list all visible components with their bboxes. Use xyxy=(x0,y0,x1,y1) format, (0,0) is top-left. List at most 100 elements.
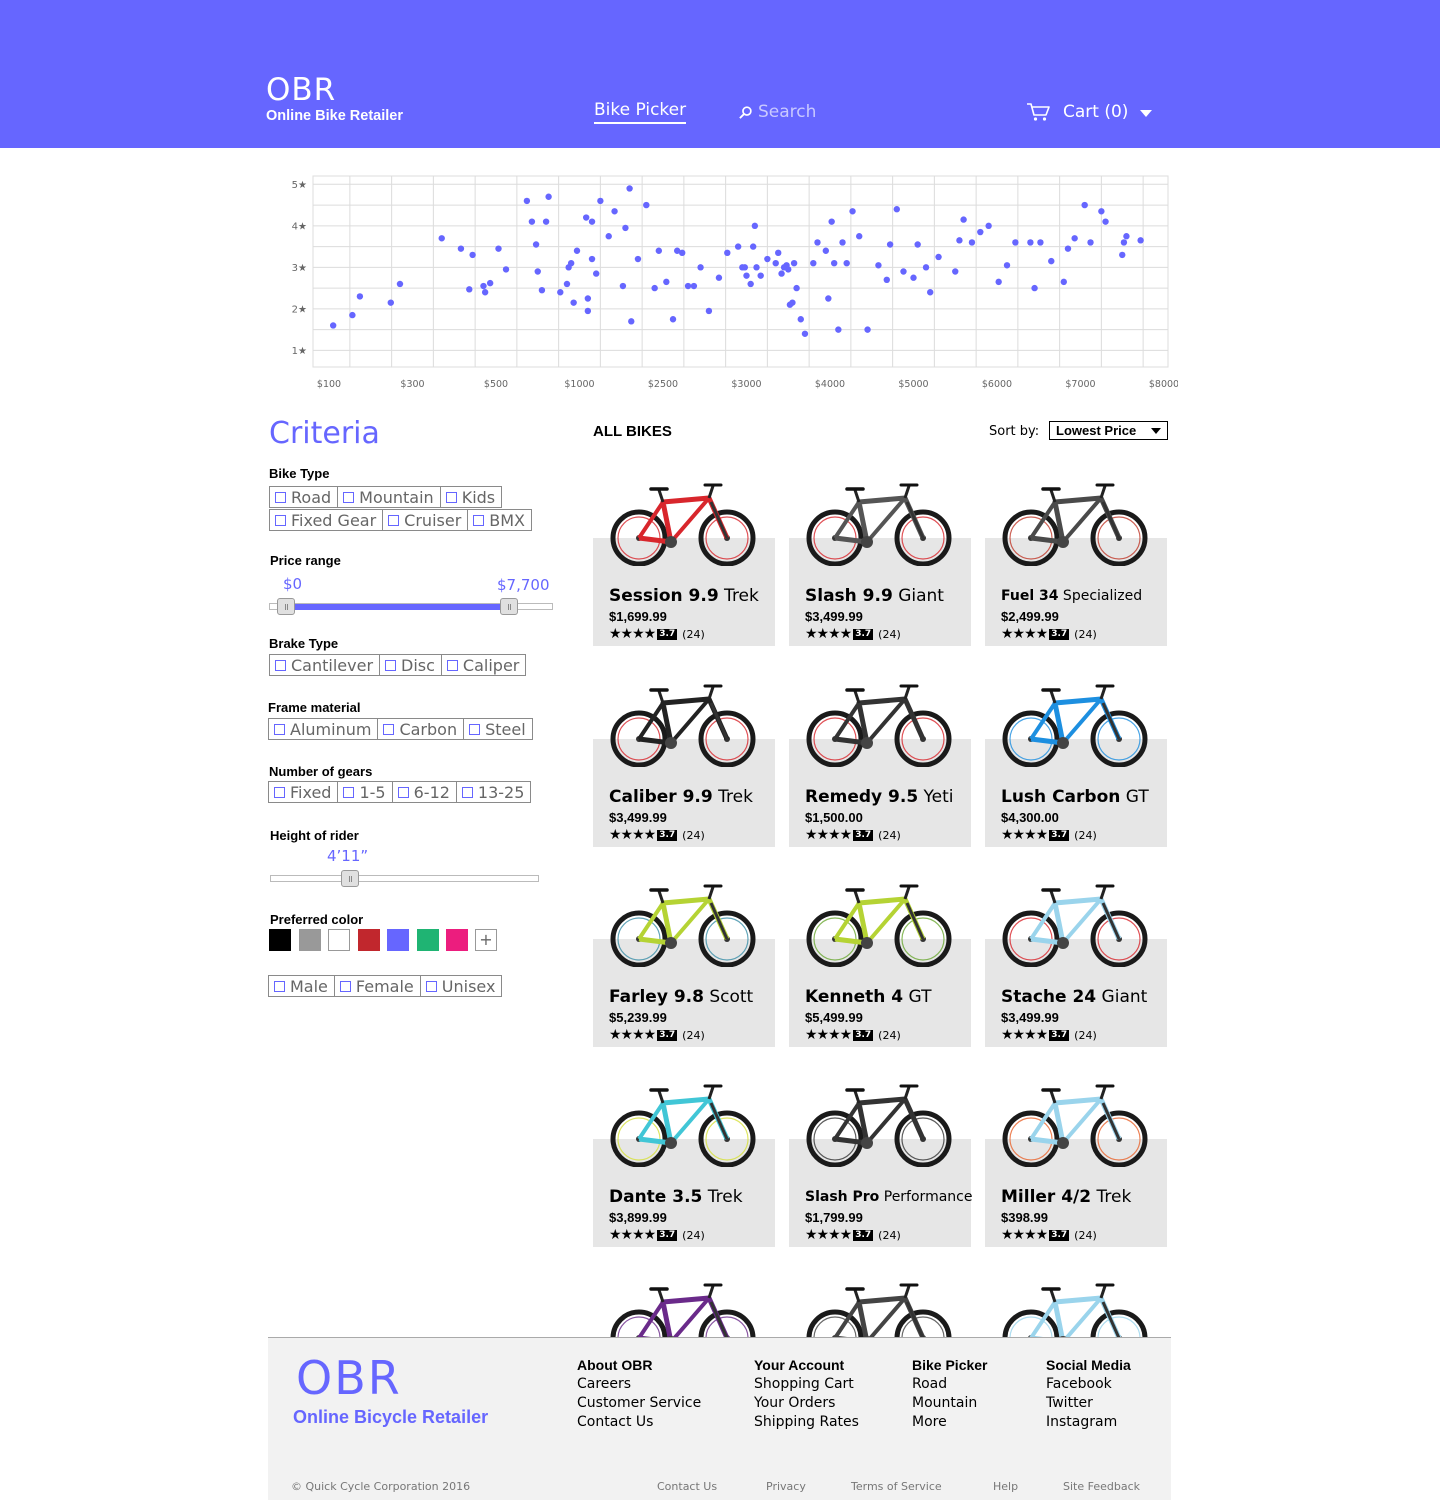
checkbox-icon[interactable] xyxy=(397,786,409,798)
gears-option-fixed[interactable]: Fixed xyxy=(268,781,339,803)
chart-data-point[interactable] xyxy=(849,208,856,215)
brake-type-option-disc[interactable]: Disc xyxy=(379,654,442,676)
color-swatch-white[interactable] xyxy=(328,929,350,951)
color-swatch-pink[interactable] xyxy=(446,929,468,951)
product-name[interactable]: Caliber 9.9 Trek xyxy=(609,787,753,807)
chevron-down-icon[interactable] xyxy=(1140,109,1153,117)
checkbox-icon[interactable] xyxy=(274,786,285,798)
chart-data-point[interactable] xyxy=(523,197,531,205)
chart-data-point[interactable] xyxy=(502,266,510,273)
chart-data-point[interactable] xyxy=(495,245,502,252)
chart-data-point[interactable] xyxy=(751,222,759,230)
footer-link-more[interactable]: More xyxy=(912,1413,988,1432)
chart-data-point[interactable] xyxy=(749,243,757,250)
chart-data-point[interactable] xyxy=(1060,278,1067,286)
chart-data-point[interactable] xyxy=(655,247,663,254)
chart-data-point[interactable] xyxy=(715,274,723,281)
product-card[interactable]: Miller 4/2 Trek $398.99 ★★★★ 3.7 (24) xyxy=(985,1069,1167,1279)
chart-data-point[interactable] xyxy=(764,255,771,263)
frame-material-option-carbon[interactable]: Carbon xyxy=(377,718,465,740)
chart-data-point[interactable] xyxy=(772,259,779,267)
chart-data-point[interactable] xyxy=(793,284,800,292)
chart-data-point[interactable] xyxy=(570,299,577,306)
checkbox-icon[interactable] xyxy=(275,659,286,671)
bike-type-option-fixed-gear[interactable]: Fixed Gear xyxy=(269,509,384,531)
chart-data-point[interactable] xyxy=(697,264,704,271)
product-name[interactable]: Farley 9.8 Scott xyxy=(609,987,753,1007)
chart-data-point[interactable] xyxy=(538,286,546,294)
chart-data-point[interactable] xyxy=(626,185,633,192)
chart-data-point[interactable] xyxy=(843,259,850,267)
brand-logo[interactable]: OBR Online Bike Retailer xyxy=(266,72,403,124)
product-card[interactable]: Slash Pro Performance $1,799.99 ★★★★ 3.7 (24… xyxy=(789,1069,972,1279)
chart-data-point[interactable] xyxy=(605,233,612,240)
chart-data-point[interactable] xyxy=(628,318,635,325)
footer-bottom-link-privacy[interactable]: Privacy xyxy=(766,1480,806,1493)
chart-data-point[interactable] xyxy=(743,272,750,279)
color-swatch-gray[interactable] xyxy=(298,929,321,951)
footer-link-mountain[interactable]: Mountain xyxy=(912,1394,988,1413)
chart-data-point[interactable] xyxy=(1048,257,1055,265)
bike-image[interactable] xyxy=(805,480,953,566)
chart-data-point[interactable] xyxy=(532,241,540,248)
bike-type-option-mountain[interactable]: Mountain xyxy=(337,486,441,508)
footer-link-shopping-cart[interactable]: Shopping Cart xyxy=(754,1375,859,1394)
chart-data-point[interactable] xyxy=(534,268,541,275)
footer-link-twitter[interactable]: Twitter xyxy=(1046,1394,1131,1413)
chart-data-point[interactable] xyxy=(797,316,804,323)
chart-data-point[interactable] xyxy=(914,241,921,248)
chart-data-point[interactable] xyxy=(724,249,731,257)
chart-data-point[interactable] xyxy=(910,274,917,281)
footer-logo-wordmark[interactable]: OBR xyxy=(296,1352,402,1404)
nav-bike-picker[interactable]: Bike Picker xyxy=(594,99,687,124)
chart-data-point[interactable] xyxy=(387,299,394,306)
chart-data-point[interactable] xyxy=(734,243,742,250)
bike-image[interactable] xyxy=(805,1280,953,1337)
chart-data-point[interactable] xyxy=(542,218,550,225)
chart-data-point[interactable] xyxy=(789,299,796,306)
chart-data-point[interactable] xyxy=(545,193,552,200)
chart-data-point[interactable] xyxy=(864,326,871,333)
chart-data-point[interactable] xyxy=(1081,201,1088,209)
chart-data-point[interactable] xyxy=(995,278,1002,286)
product-card[interactable]: Kenneth 4 GT $5,499.99 ★★★★ 3.7 (24) xyxy=(789,869,971,1079)
bike-image[interactable] xyxy=(805,1081,953,1167)
chart-data-point[interactable] xyxy=(1064,245,1072,252)
gears-option-6-12[interactable]: 6-12 xyxy=(391,781,457,803)
bike-type-option-road[interactable]: Road xyxy=(269,486,339,508)
chart-data-point[interactable] xyxy=(396,280,404,288)
chart-data-point[interactable] xyxy=(669,316,677,323)
gender-option-female[interactable]: Female xyxy=(333,975,421,997)
chart-data-point[interactable] xyxy=(1027,239,1034,246)
chart-data-point[interactable] xyxy=(1003,262,1011,269)
color-swatch-purple[interactable] xyxy=(387,929,409,951)
gears-option-1-5[interactable]: 1-5 xyxy=(337,781,393,803)
sort-select[interactable]: Lowest Price xyxy=(1049,421,1168,440)
chart-data-point[interactable] xyxy=(790,259,798,267)
chart-data-point[interactable] xyxy=(567,259,575,267)
chart-data-point[interactable] xyxy=(1102,218,1109,225)
chart-data-point[interactable] xyxy=(356,293,364,300)
chart-data-point[interactable] xyxy=(775,249,782,257)
bike-type-option-bmx[interactable]: BMX xyxy=(467,509,533,531)
brake-type-option-caliper[interactable]: Caliper xyxy=(440,654,527,676)
chart-data-point[interactable] xyxy=(747,280,754,288)
chart-data-point[interactable] xyxy=(469,251,476,259)
gender-option-male[interactable]: Male xyxy=(268,975,335,997)
chart-data-point[interactable] xyxy=(825,295,832,302)
checkbox-icon[interactable] xyxy=(461,786,473,798)
chart-data-point[interactable] xyxy=(486,279,494,287)
checkbox-icon[interactable] xyxy=(446,659,458,671)
chart-data-point[interactable] xyxy=(690,282,698,290)
product-name[interactable]: Lush Carbon GT xyxy=(1001,787,1149,807)
product-name[interactable]: Slash Pro Performance xyxy=(805,1187,972,1207)
product-name[interactable]: Fuel 34 Specialized xyxy=(1001,586,1142,606)
footer-bottom-link-contact-us[interactable]: Contact Us xyxy=(657,1480,717,1493)
checkbox-icon[interactable] xyxy=(445,491,457,503)
price-min-handle[interactable] xyxy=(277,598,295,615)
chart-data-point[interactable] xyxy=(528,218,536,225)
chart-data-point[interactable] xyxy=(956,237,963,244)
footer-link-contact-us[interactable]: Contact Us xyxy=(577,1413,701,1432)
chart-data-point[interactable] xyxy=(481,289,489,296)
chart-data-point[interactable] xyxy=(582,214,590,221)
